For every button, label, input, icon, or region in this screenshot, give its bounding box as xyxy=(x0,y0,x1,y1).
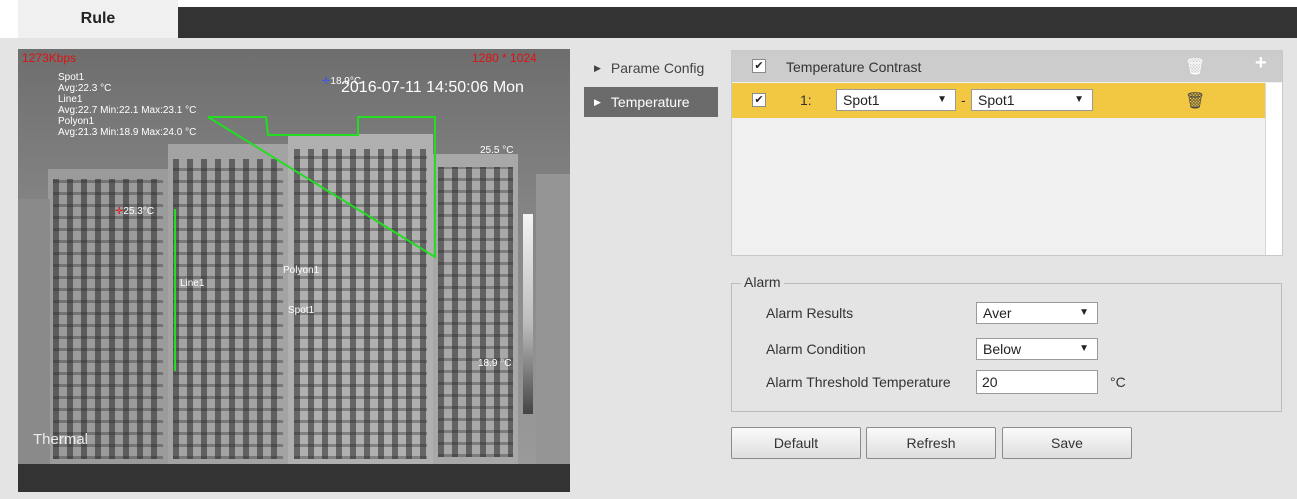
row-index: 1: xyxy=(800,92,812,108)
bitrate-label: 1273Kbps xyxy=(22,51,77,65)
scale-max-label: 25.5 °C xyxy=(480,145,514,156)
source-a-value: Spot1 xyxy=(843,92,880,108)
spot-avg: Avg:22.3 °C xyxy=(58,83,112,94)
header-checkbox[interactable]: ✔ xyxy=(752,59,766,73)
trash-icon[interactable]: 🗑 xyxy=(1185,91,1205,111)
dropdown-arrow-icon: ▼ xyxy=(1074,94,1084,105)
table-row: ✔ 1: Spot1 ▼ - Spot1 ▼ 🗑 xyxy=(732,83,1265,118)
threshold-unit: °C xyxy=(1110,374,1126,390)
spot-label: Spot1 xyxy=(288,305,315,316)
default-button[interactable]: Default xyxy=(731,427,861,459)
alarm-threshold-label: Alarm Threshold Temperature xyxy=(766,374,951,390)
polygon-label: Polyon1 xyxy=(283,265,320,276)
scale-min-label: 18.9 °C xyxy=(478,358,512,369)
alarm-condition-value: Below xyxy=(983,341,1022,357)
contrast-table-header: ✔ Temperature Contrast 🗑 + xyxy=(732,51,1282,82)
source-b-select[interactable]: Spot1 ▼ xyxy=(971,89,1093,111)
osd-timestamp: 2016-07-11 14:50:06 Mon xyxy=(341,79,524,96)
alarm-threshold-input[interactable] xyxy=(976,370,1098,394)
alarm-condition-label: Alarm Condition xyxy=(766,341,866,357)
source-b-value: Spot1 xyxy=(978,92,1015,108)
temperature-scale-bar xyxy=(523,214,533,414)
alarm-results-value: Aver xyxy=(983,305,1012,321)
triangle-right-icon: ▶ xyxy=(594,62,601,73)
tab-rule[interactable]: Rule xyxy=(18,0,178,38)
resolution-label: 1280 * 1024 xyxy=(472,51,537,65)
alarm-condition-select[interactable]: Below ▼ xyxy=(976,338,1098,360)
video-control-strip xyxy=(18,464,570,492)
row-checkbox[interactable]: ✔ xyxy=(752,93,766,107)
alarm-legend: Alarm xyxy=(741,274,784,290)
save-button[interactable]: Save xyxy=(1002,427,1132,459)
dropdown-arrow-icon: ▼ xyxy=(1079,307,1089,318)
menu-item-label: Temperature xyxy=(610,94,690,110)
red-marker-reading: ✛25.3°C xyxy=(115,206,155,217)
polygon-title: Polyon1 xyxy=(58,116,95,127)
polygon-stats: Avg:21.3 Min:18.9 Max:24.0 °C xyxy=(58,127,197,138)
line-stats: Avg:22.7 Min:22.1 Max:23.1 °C xyxy=(58,105,197,116)
refresh-button[interactable]: Refresh xyxy=(866,427,996,459)
line-title: Line1 xyxy=(58,94,83,105)
menu-parame-config[interactable]: ▶ Parame Config xyxy=(584,53,718,83)
row-separator: - xyxy=(961,92,966,108)
check-icon: ✔ xyxy=(754,60,764,72)
menu-item-label: Parame Config xyxy=(610,60,705,76)
alarm-results-select[interactable]: Aver ▼ xyxy=(976,302,1098,324)
dropdown-arrow-icon: ▼ xyxy=(1079,343,1089,354)
table-scrollbar[interactable] xyxy=(1265,83,1282,255)
polygon1-overlay xyxy=(207,116,436,259)
table-header-label: Temperature Contrast xyxy=(786,59,922,75)
top-bar-strip xyxy=(178,7,1297,38)
trash-icon[interactable]: 🗑 xyxy=(1185,57,1205,77)
menu-temperature[interactable]: ▶ Temperature xyxy=(584,87,718,117)
triangle-right-icon: ▶ xyxy=(594,96,601,107)
check-icon: ✔ xyxy=(754,94,764,106)
dropdown-arrow-icon: ▼ xyxy=(937,94,947,105)
source-a-select[interactable]: Spot1 ▼ xyxy=(836,89,956,111)
plus-icon[interactable]: + xyxy=(1255,52,1267,75)
line-label: Line1 xyxy=(180,278,205,289)
spot-title: Spot1 xyxy=(58,72,85,83)
thermal-label: Thermal xyxy=(33,431,89,448)
alarm-results-label: Alarm Results xyxy=(766,305,854,321)
